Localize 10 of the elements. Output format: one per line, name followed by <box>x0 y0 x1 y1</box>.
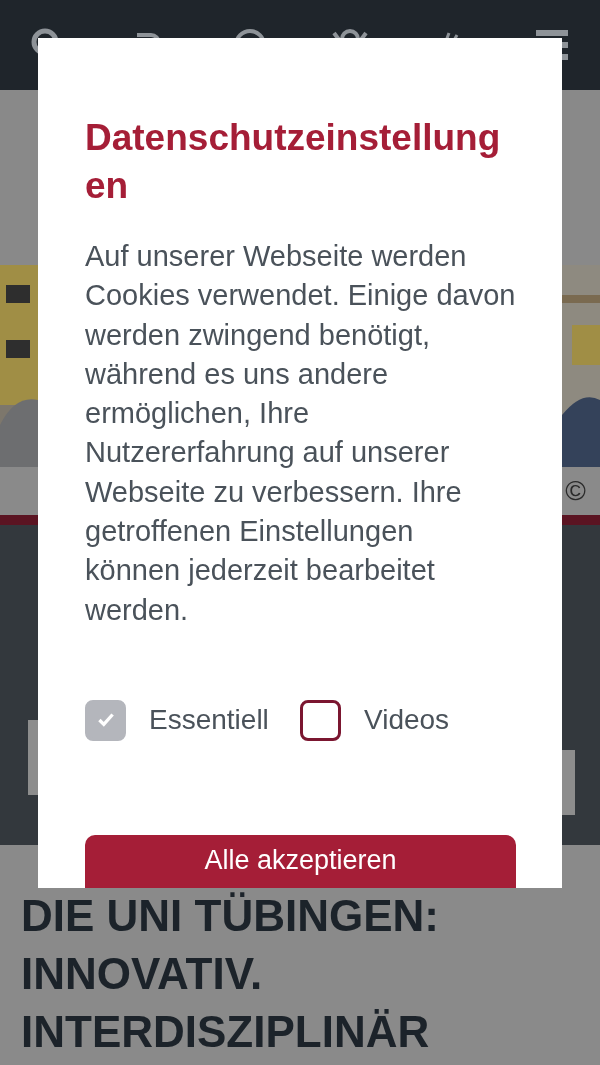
accept-all-button[interactable]: Alle akzeptieren <box>85 834 516 888</box>
checkbox[interactable] <box>300 699 341 741</box>
dialog-text: Auf unserer Webseite werden Cookies verwendet. Einige davon werden zwingend benötigt, während es uns andere ermöglichen, Ihre Nutzererfahrung auf unserer Webseite zu verbessern. Ihre getroffenen Einstellungen können jederzeit bearbeitet werden. <box>85 239 516 628</box>
copyright-mark: © <box>565 475 586 507</box>
headline: INNOVATIV. <box>21 948 264 1000</box>
dialog-title: Datenschutzeinstellungen <box>85 116 502 208</box>
headline: DIE UNI TÜBINGEN: <box>21 890 440 942</box>
headline: INTERDISZIPLINÄR <box>21 1006 431 1058</box>
checkbox-label: Videos <box>364 704 450 737</box>
checkbox-label: Essentiell <box>149 704 269 737</box>
